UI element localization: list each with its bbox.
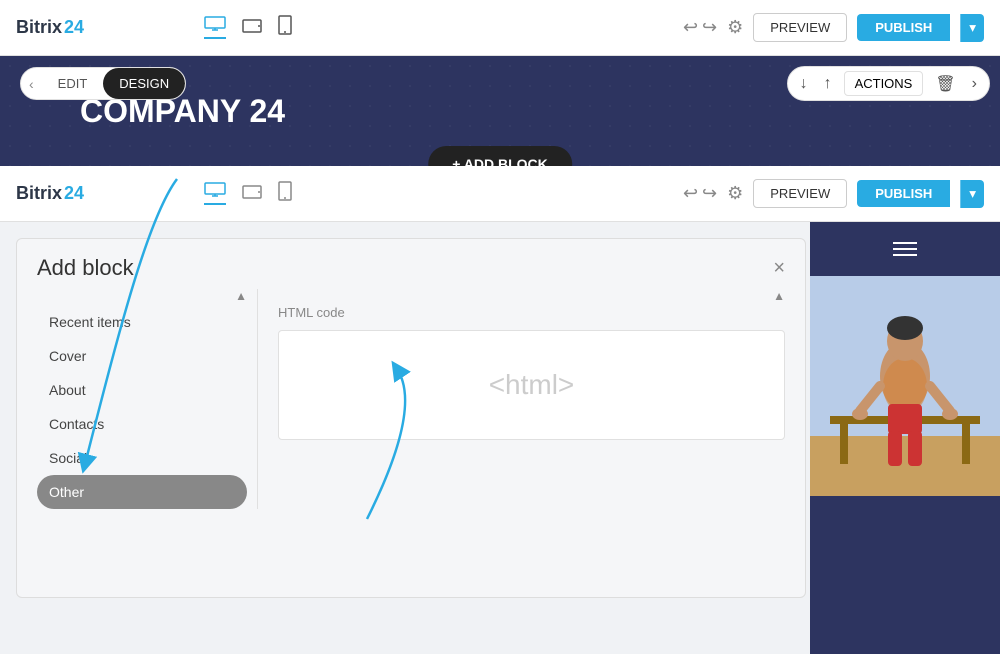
second-nav-actions: ↩ ↪ ⚙ PREVIEW PUBLISH ▾ [683,179,984,208]
device-icons-2 [204,181,292,206]
content-area: ▲ HTML code <html> [257,289,785,509]
category-item-other[interactable]: Other [37,475,247,509]
content-section-title: HTML code [278,305,785,320]
top-navbar: Bitrix 24 ↩ ↪ ⚙ PREVIEW PUBLISH ▾ [0,0,1000,56]
category-item-recent[interactable]: Recent items [37,305,247,339]
publish-button[interactable]: PUBLISH [857,14,950,41]
category-list: ▲ Recent items Cover About Contacts Soci… [37,289,257,509]
undo-button-2[interactable]: ↩ [683,183,698,204]
tablet-landscape-icon[interactable] [242,17,262,38]
dialog-overlay: Add block × ▲ Recent items Cover About C… [0,222,1000,654]
brand-name: Bitrix [16,17,62,38]
tablet-portrait-icon[interactable] [278,15,292,40]
brand-logo-2: Bitrix 24 [16,183,84,204]
settings-button-2[interactable]: ⚙ [727,183,743,204]
actions-button[interactable]: ACTIONS [844,71,924,96]
dialog-body: ▲ Recent items Cover About Contacts Soci… [17,289,805,525]
dialog-title: Add block [37,255,134,281]
add-block-dialog: Add block × ▲ Recent items Cover About C… [16,238,806,598]
edit-bar-prev[interactable]: ‹ [21,72,42,96]
edit-bar: ‹ EDIT DESIGN [20,67,186,100]
design-button[interactable]: DESIGN [103,68,185,99]
dialog-header: Add block × [17,239,805,289]
add-block-button[interactable]: + ADD BLOCK [428,146,572,166]
desktop-icon[interactable] [204,16,226,39]
main-area: Add block × ▲ Recent items Cover About C… [0,222,1000,654]
brand-logo: Bitrix 24 [16,17,84,38]
block-actions-bar: ↓ ↑ ACTIONS 🗑 › [787,66,990,101]
category-item-cover[interactable]: Cover [37,339,247,373]
publish-caret-button[interactable]: ▾ [960,14,984,42]
settings-button[interactable]: ⚙ [727,17,743,38]
next-button[interactable]: › [968,73,981,95]
preview-button[interactable]: PREVIEW [753,13,847,42]
redo-button[interactable]: ↪ [702,17,717,38]
desktop-icon-2[interactable] [204,182,226,205]
brand-accent-2: 24 [64,183,84,204]
hero-banner: ‹ EDIT DESIGN ↓ ↑ ACTIONS 🗑 › COMPANY 24… [0,56,1000,166]
delete-button[interactable]: 🗑 [931,72,959,96]
publish-caret-button-2[interactable]: ▾ [960,180,984,208]
top-nav-actions: ↩ ↪ ⚙ PREVIEW PUBLISH ▾ [683,13,984,42]
preview-button-2[interactable]: PREVIEW [753,179,847,208]
category-item-social[interactable]: Social [37,441,247,475]
tablet-landscape-icon-2[interactable] [242,183,262,204]
device-icons [204,15,292,40]
dialog-close-button[interactable]: × [773,257,785,280]
category-item-contacts[interactable]: Contacts [37,407,247,441]
publish-button-2[interactable]: PUBLISH [857,180,950,207]
move-up-button[interactable]: ↑ [820,73,836,95]
undo-button[interactable]: ↩ [683,17,698,38]
second-navbar: Bitrix 24 ↩ ↪ ⚙ PREVIEW PUBLISH ▾ [0,166,1000,222]
html-tag: <html> [489,369,575,401]
tablet-portrait-icon-2[interactable] [278,181,292,206]
move-down-button[interactable]: ↓ [796,73,812,95]
content-scroll-up[interactable]: ▲ [773,289,785,303]
brand-name-2: Bitrix [16,183,62,204]
html-preview: <html> [278,330,785,440]
edit-button[interactable]: EDIT [42,68,104,99]
brand-accent: 24 [64,17,84,38]
category-item-about[interactable]: About [37,373,247,407]
category-scroll-up[interactable]: ▲ [235,289,247,303]
redo-button-2[interactable]: ↪ [702,183,717,204]
